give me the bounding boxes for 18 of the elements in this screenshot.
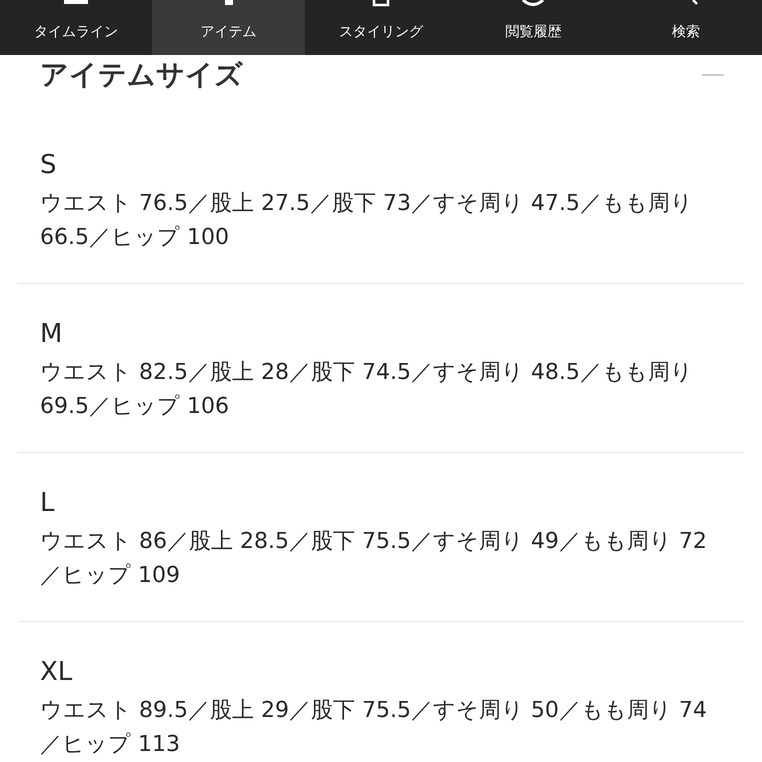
- block-icon: [224, 0, 233, 5]
- section-title: アイテムサイズ: [40, 57, 243, 93]
- nav-tab[interactable]: アイテム: [152, 0, 305, 55]
- size-label: M: [40, 318, 64, 351]
- nav-tab[interactable]: 検索: [610, 0, 762, 55]
- size-details: ウエスト 86／股上 28.5／股下 75.5／すそ周り 49／もも周り 72 ／ヒップ 109: [40, 528, 708, 590]
- bar-icon: [64, 0, 88, 4]
- arc-icon: [522, 0, 544, 6]
- size-label: XL: [40, 656, 74, 689]
- nav-tab[interactable]: スタイリング: [304, 0, 458, 55]
- nav-tab[interactable]: タイムライン: [0, 0, 152, 55]
- bracket-icon: [372, 0, 390, 6]
- size-details: ウエスト 82.5／股上 28／股下 74.5／すそ周り 48.5／もも周り 69.5／ヒップ 106: [40, 359, 694, 421]
- size-label: S: [40, 149, 58, 182]
- nav-tab[interactable]: 閲覧履歴: [457, 0, 610, 55]
- size-label: L: [40, 487, 56, 520]
- size-details: ウエスト 76.5／股上 27.5／股下 73／すそ周り 47.5／もも周り 66.5／ヒップ 100: [40, 190, 694, 252]
- size-details: ウエスト 89.5／股上 29／股下 75.5／すそ周り 50／もも周り 74 ／ヒップ 113: [40, 697, 708, 759]
